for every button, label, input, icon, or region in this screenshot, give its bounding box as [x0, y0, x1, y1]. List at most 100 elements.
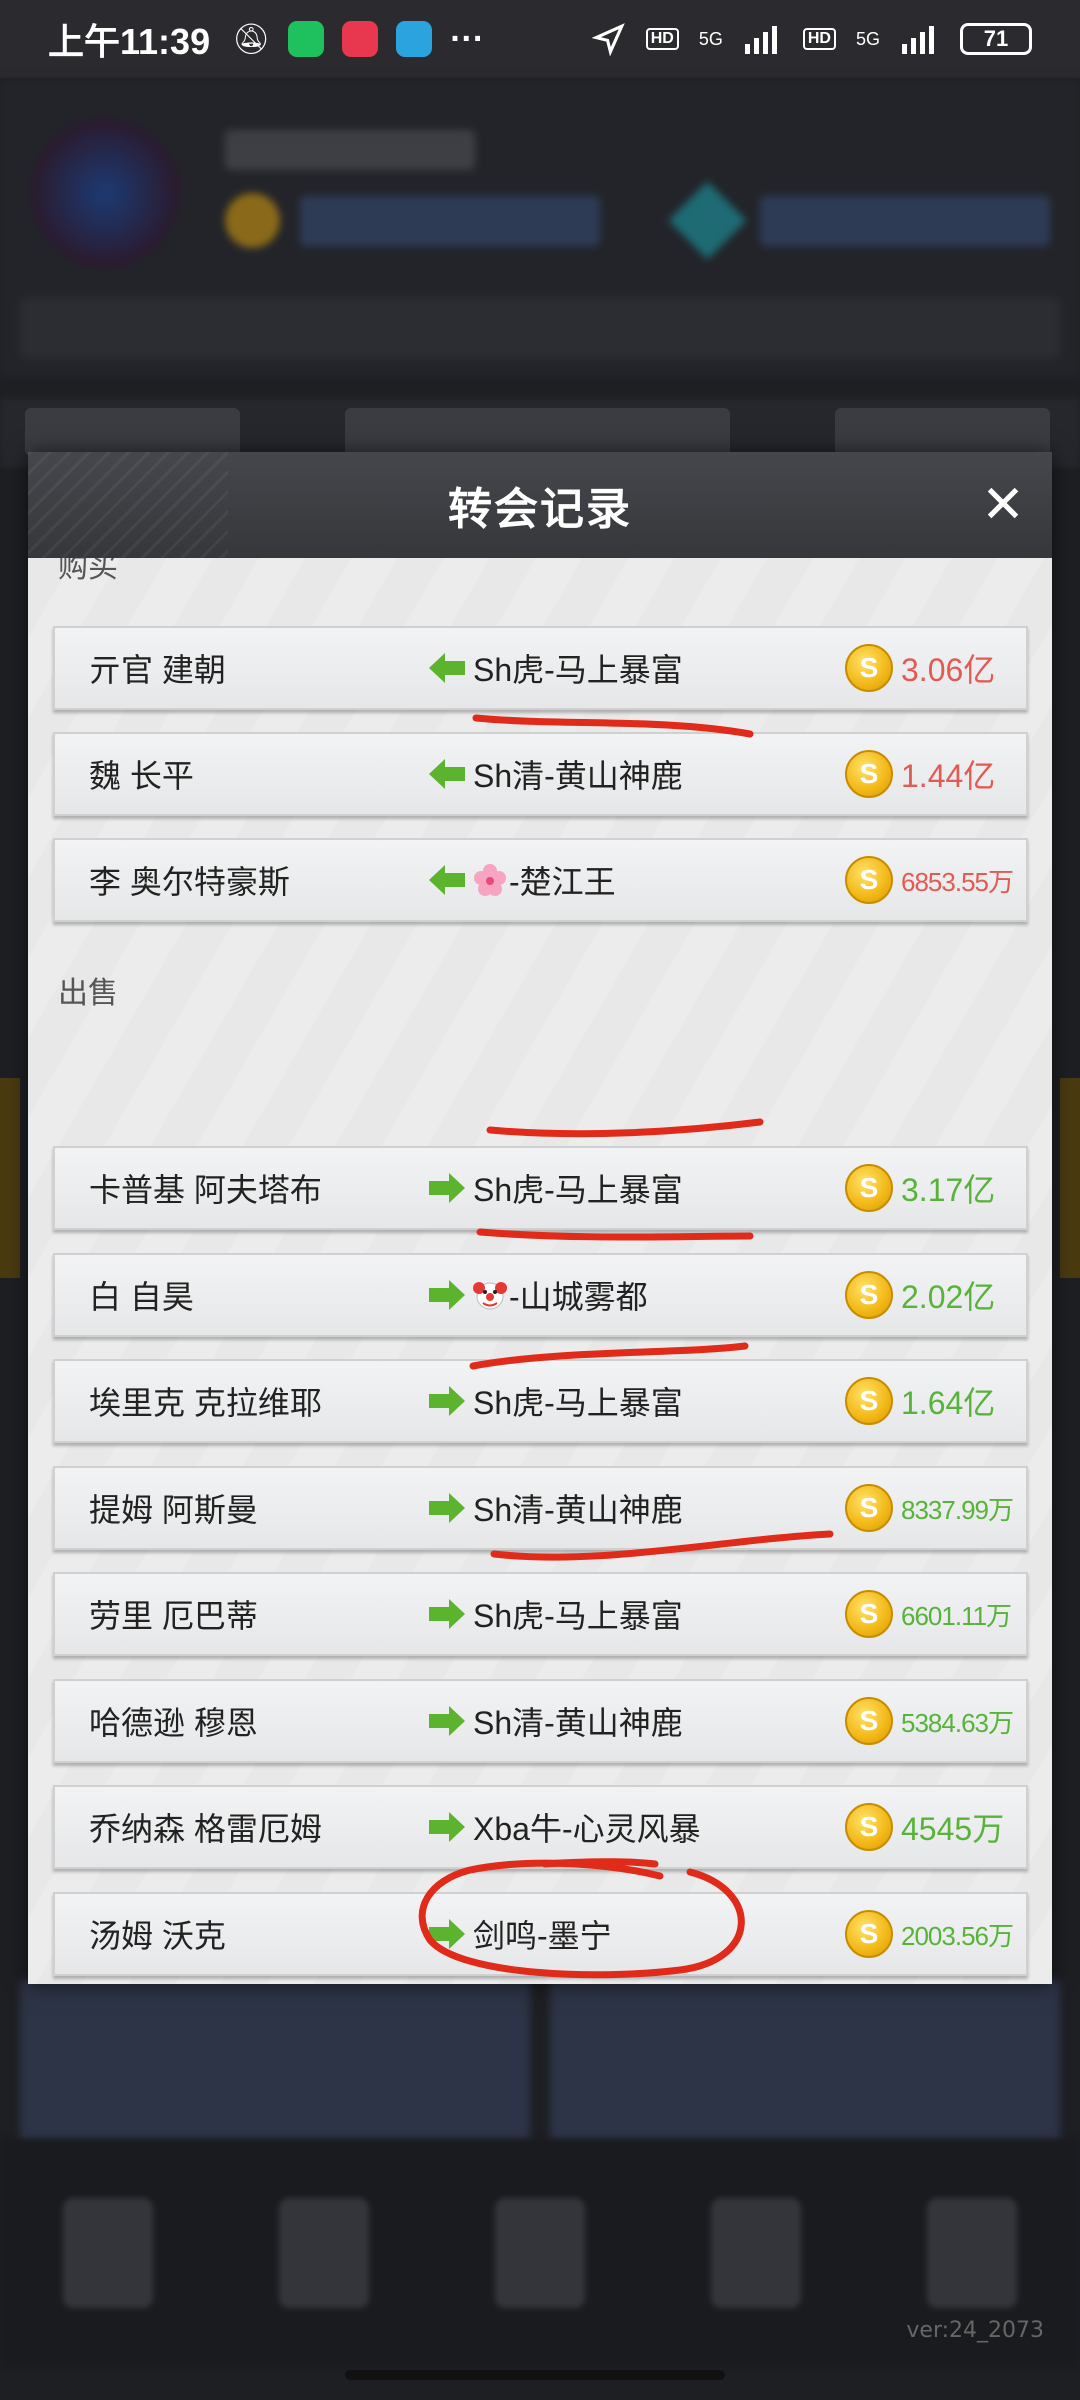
transfer-list[interactable]: 购买 出售 亓官 建朝 Sh虎-马上暴富 S 3.06亿魏 长平 Sh清-黄山神鹿 S 1.…: [28, 558, 1052, 1984]
buy-transfer-row[interactable]: 魏 长平 Sh清-黄山神鹿 S 1.44亿: [53, 732, 1028, 816]
buy-section-label: 购买: [58, 558, 118, 584]
team-name: -楚江王: [473, 857, 616, 903]
transfer-price: 3.06亿: [901, 652, 996, 688]
team-name-text: Xba牛-心灵风暴: [473, 1811, 701, 1847]
player-name: 乔纳森 格雷厄姆: [89, 1811, 322, 1847]
background-coin-bar: [300, 196, 600, 246]
close-button[interactable]: ✕: [972, 474, 1034, 536]
dialog-title: 转会记录: [448, 485, 632, 534]
background-side-left: [0, 1078, 20, 1278]
coin-icon: S: [845, 1590, 893, 1638]
status-right: HD 5G HD 5G 71: [591, 22, 1032, 56]
sell-transfer-row[interactable]: 卡普基 阿夫塔布 Sh虎-马上暴富 S 3.17亿: [53, 1146, 1028, 1230]
background-pill-2: [345, 408, 730, 456]
team-name-text: 剑鸣-墨宁: [473, 1918, 612, 1954]
team-name: Sh虎-马上暴富: [473, 645, 683, 691]
buy-transfer-row[interactable]: 亓官 建朝 Sh虎-马上暴富 S 3.06亿: [53, 626, 1028, 710]
background-side-right: [1060, 1078, 1080, 1278]
player-name: 魏 长平: [89, 758, 194, 794]
player-name: 劳里 厄巴蒂: [89, 1598, 258, 1634]
coin-icon: S: [845, 856, 893, 904]
team-name: Sh清-黄山神鹿: [473, 751, 683, 797]
coin-icon: S: [845, 1271, 893, 1319]
coin-icon: S: [845, 1803, 893, 1851]
transfer-price: 4545万: [901, 1811, 1005, 1847]
sell-transfer-row[interactable]: 乔纳森 格雷厄姆 Xba牛-心灵风暴 S 4545万: [53, 1785, 1028, 1869]
sell-transfer-row[interactable]: 哈德逊 穆恩 Sh清-黄山神鹿 S 5384.63万: [53, 1679, 1028, 1763]
coin-icon: S: [845, 1377, 893, 1425]
battery-indicator: 71: [960, 23, 1032, 55]
coin-icon: S: [845, 750, 893, 798]
transfer-price: 1.64亿: [901, 1385, 996, 1421]
player-name: 提姆 阿斯曼: [89, 1492, 258, 1528]
background-header: [0, 78, 1080, 378]
player-name: 卡普基 阿夫塔布: [89, 1172, 322, 1208]
team-name-text: Sh清-黄山神鹿: [473, 758, 683, 794]
buy-transfer-row[interactable]: 李 奥尔特豪斯 -楚江王 S 6853.55万: [53, 838, 1028, 922]
home-indicator[interactable]: [345, 2370, 725, 2380]
transfer-price: 6853.55万: [901, 866, 1014, 897]
outgoing-arrow-icon: [427, 1596, 467, 1632]
incoming-arrow-icon: [427, 650, 467, 686]
background-avatar: [30, 118, 180, 268]
outgoing-arrow-icon: [427, 1490, 467, 1526]
team-name-text: Sh虎-马上暴富: [473, 1598, 683, 1634]
coin-icon: S: [845, 1697, 893, 1745]
team-name-text: Sh虎-马上暴富: [473, 1172, 683, 1208]
status-time: 上午11:39: [48, 21, 211, 62]
player-name: 亓官 建朝: [89, 652, 226, 688]
background-gem-bar: [760, 196, 1050, 246]
background-pill-1: [25, 408, 240, 456]
outgoing-arrow-icon: [427, 1383, 467, 1419]
outgoing-arrow-icon: [427, 1916, 467, 1952]
transfer-price: 6601.11万: [901, 1600, 1012, 1631]
player-name: 白 自昊: [89, 1279, 194, 1315]
team-name: Sh虎-马上暴富: [473, 1165, 683, 1211]
sell-transfer-row[interactable]: 埃里克 克拉维耶 Sh虎-马上暴富 S 1.64亿: [53, 1359, 1028, 1443]
signal-icon: [744, 26, 777, 54]
coin-icon: S: [845, 1484, 893, 1532]
telegram-icon: [396, 21, 433, 57]
hd-badge-icon: HD: [645, 28, 679, 50]
version-label: ver:24_2073: [906, 2318, 1044, 2343]
team-name-text: Sh清-黄山神鹿: [473, 1492, 683, 1528]
team-name: 剑鸣-墨宁: [473, 1911, 612, 1957]
team-name: Sh清-黄山神鹿: [473, 1485, 683, 1531]
background-toolbar: [20, 298, 1060, 358]
signal-icon-2: [902, 26, 934, 54]
network-5g-label-2: 5G: [855, 28, 880, 49]
sell-section-label: 出售: [58, 977, 118, 1010]
transfer-price: 3.17亿: [901, 1172, 996, 1208]
coin-icon: S: [845, 644, 893, 692]
location-icon: [591, 23, 625, 56]
background-name: [225, 130, 475, 170]
background-coin-icon: [225, 193, 280, 248]
team-name-text: Sh虎-马上暴富: [473, 652, 683, 688]
team-name: Sh虎-马上暴富: [473, 1378, 683, 1424]
team-name-text: -楚江王: [509, 864, 616, 900]
team-name-text: Sh虎-马上暴富: [473, 1385, 683, 1421]
status-bar: 上午11:39 🔕︎ ··· HD 5G HD 5G 71: [0, 0, 1080, 78]
incoming-arrow-icon: [427, 756, 467, 792]
outgoing-arrow-icon: [427, 1809, 467, 1845]
incoming-arrow-icon: [427, 862, 467, 898]
team-name: Sh清-黄山神鹿: [473, 1698, 683, 1744]
sell-transfer-row[interactable]: 提姆 阿斯曼 Sh清-黄山神鹿 S 8337.99万: [53, 1466, 1028, 1550]
coin-icon: S: [845, 1910, 893, 1958]
transfer-price: 2003.56万: [901, 1920, 1014, 1951]
mute-bell-icon: 🔕︎: [232, 22, 271, 56]
outgoing-arrow-icon: [427, 1277, 467, 1313]
transfer-price: 2.02亿: [901, 1279, 996, 1315]
background-pill-3: [835, 408, 1050, 456]
transfer-record-dialog: 转会记录 ✕ 购买 出售 亓官 建朝 Sh虎-马上暴富 S 3.06亿魏 长平 Sh清-…: [28, 452, 1052, 1984]
transfer-price: 1.44亿: [901, 758, 996, 794]
more-notifications-icon: ···: [450, 19, 485, 58]
sell-transfer-row[interactable]: 汤姆 沃克 剑鸣-墨宁 S 2003.56万: [53, 1892, 1028, 1976]
team-name-text: Sh清-黄山神鹿: [473, 1705, 683, 1741]
sell-transfer-row[interactable]: 劳里 厄巴蒂 Sh虎-马上暴富 S 6601.11万: [53, 1572, 1028, 1656]
coin-icon: S: [845, 1164, 893, 1212]
player-name: 汤姆 沃克: [89, 1918, 226, 1954]
sell-transfer-row[interactable]: 白 自昊 -山城雾都 S 2.02亿: [53, 1253, 1028, 1337]
network-5g-label: 5G: [698, 28, 723, 49]
app-notification-icon: [342, 21, 379, 57]
